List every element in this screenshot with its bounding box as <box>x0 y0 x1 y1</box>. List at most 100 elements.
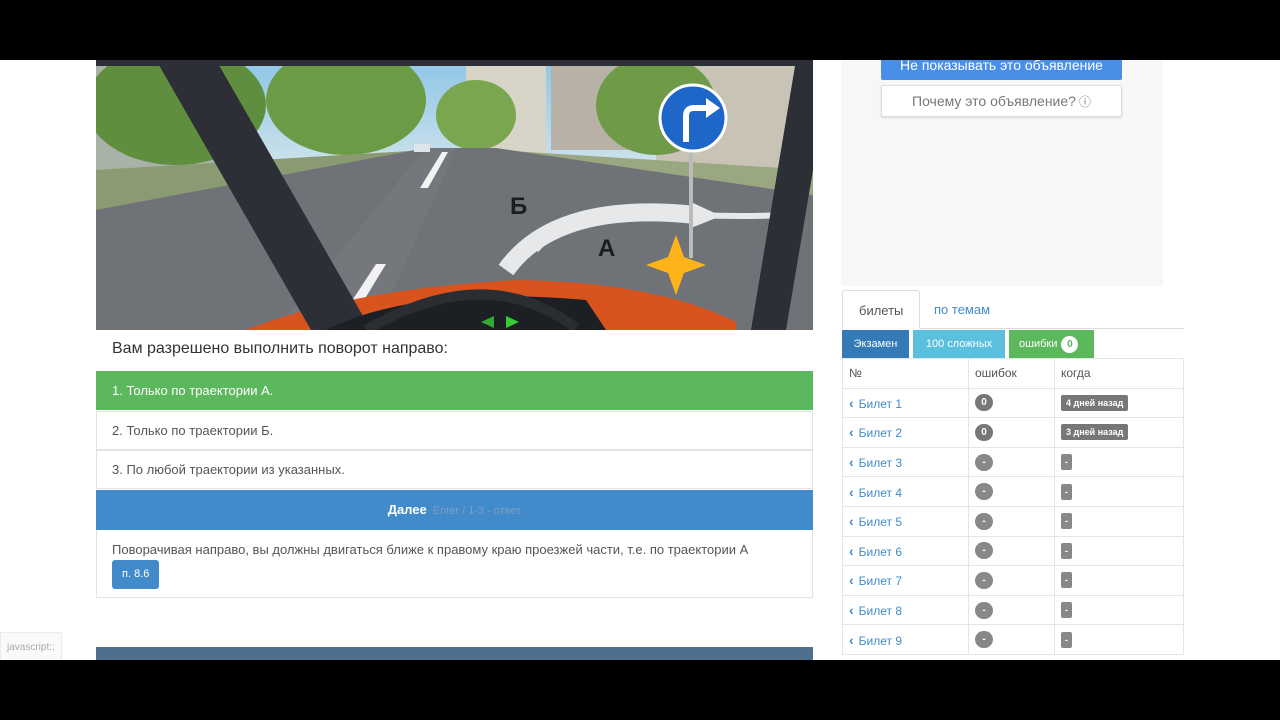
table-row[interactable]: ‹ Билет 8 - - <box>842 594 1184 626</box>
answer-option-3[interactable]: 3. По любой траектории из указанных. <box>96 450 813 489</box>
table-row[interactable]: ‹ Билет 7 - - <box>842 565 1184 596</box>
ticket-label: Билет 2 <box>858 426 903 441</box>
chevron-left-icon: ‹ <box>849 513 854 530</box>
errors-cell: - <box>968 624 1055 655</box>
ticket-cell[interactable]: ‹ Билет 4 <box>842 476 969 507</box>
table-row[interactable]: ‹ Билет 6 - - <box>842 535 1184 567</box>
ticket-label: Билет 9 <box>858 633 903 648</box>
when-badge: - <box>1061 602 1072 619</box>
why-ad-label: Почему это объявление? <box>912 93 1076 109</box>
chevron-left-icon: ‹ <box>849 542 854 559</box>
next-section-header <box>96 647 813 660</box>
ticket-link[interactable]: ‹ Билет 7 <box>849 572 903 589</box>
errors-badge: - <box>975 542 993 560</box>
errors-badge: - <box>975 571 993 589</box>
errors-badge: - <box>975 601 993 619</box>
ticket-cell[interactable]: ‹ Билет 2 <box>842 417 969 448</box>
table-row[interactable]: ‹ Билет 5 - - <box>842 505 1184 537</box>
ticket-label: Билет 7 <box>858 574 903 589</box>
tab-topics[interactable]: по темам <box>918 290 1006 329</box>
tickets-table: № ошибок когда ‹ Билет 1 0 4 дней назад ‹ Бил… <box>842 358 1184 655</box>
errors-cell: - <box>968 565 1055 596</box>
ticket-link[interactable]: ‹ Билет 9 <box>849 631 903 648</box>
info-icon: ⓘ <box>1078 95 1091 109</box>
when-cell: - <box>1054 505 1184 537</box>
errors-badge: - <box>975 631 993 649</box>
chevron-left-icon: ‹ <box>849 483 854 500</box>
ticket-cell[interactable]: ‹ Билет 6 <box>842 535 969 567</box>
table-row[interactable]: ‹ Билет 3 - - <box>842 446 1184 478</box>
errors-cell: - <box>968 476 1055 507</box>
errors-cell: - <box>968 594 1055 626</box>
why-ad-button[interactable]: Почему это объявление? ⓘ <box>881 85 1122 117</box>
tab-tickets[interactable]: билеты <box>842 290 921 329</box>
errors-badge: 0 <box>975 394 993 412</box>
when-cell: - <box>1054 624 1184 655</box>
ticket-link[interactable]: ‹ Билет 8 <box>849 602 903 619</box>
rule-reference-badge[interactable]: п. 8.6 <box>112 560 160 589</box>
next-button[interactable]: Далее Enter / 1-3 - ответ <box>96 490 813 530</box>
when-badge: 4 дней назад <box>1061 394 1129 411</box>
question-text: Вам разрешено выполнить поворот направо: <box>112 340 448 357</box>
ticket-cell[interactable]: ‹ Билет 8 <box>842 594 969 626</box>
explanation-panel: Поворачивая направо, вы должны двигаться… <box>96 530 813 598</box>
next-button-hint: Enter / 1-3 - ответ <box>432 505 522 517</box>
when-badge: - <box>1061 572 1072 589</box>
chevron-left-icon: ‹ <box>849 602 854 619</box>
question-image: Б А <box>96 60 813 330</box>
when-cell: - <box>1054 476 1184 507</box>
ticket-cell[interactable]: ‹ Билет 9 <box>842 624 969 655</box>
when-badge: - <box>1061 513 1072 530</box>
hide-ad-button[interactable]: Не показывать это объявление <box>881 60 1122 80</box>
errors-cell: - <box>968 505 1055 537</box>
chevron-left-icon: ‹ <box>849 454 854 471</box>
when-cell: - <box>1054 594 1184 626</box>
ticket-link[interactable]: ‹ Билет 6 <box>849 542 902 559</box>
exam-button[interactable]: Экзамен <box>842 330 909 358</box>
errors-cell: - <box>968 535 1055 567</box>
browser-status-tooltip: javascript:; <box>0 632 62 660</box>
ticket-cell[interactable]: ‹ Билет 5 <box>842 505 969 537</box>
chevron-left-icon: ‹ <box>849 631 854 648</box>
answer-option-1[interactable]: 1. Только по траектории А. <box>96 371 813 410</box>
column-header-when: когда <box>1054 358 1184 389</box>
ticket-label: Билет 5 <box>858 515 903 530</box>
when-cell: - <box>1054 446 1184 478</box>
errors-cell: 0 <box>968 417 1055 448</box>
ticket-link[interactable]: ‹ Билет 5 <box>849 513 903 530</box>
ticket-label: Билет 4 <box>858 485 903 500</box>
when-cell: 4 дней назад <box>1054 387 1184 419</box>
column-header-number: № <box>842 358 969 389</box>
ticket-link[interactable]: ‹ Билет 4 <box>849 483 903 500</box>
when-badge: 3 дней назад <box>1061 424 1129 441</box>
errors-badge: 0 <box>975 423 993 441</box>
errors-cell: 0 <box>968 387 1055 419</box>
chevron-left-icon: ‹ <box>849 424 854 441</box>
ticket-label: Билет 1 <box>858 396 903 411</box>
errors-button[interactable]: ошибки 0 <box>1009 330 1094 358</box>
chevron-left-icon: ‹ <box>849 572 854 589</box>
table-row[interactable]: ‹ Билет 2 0 3 дней назад <box>842 417 1184 448</box>
ticket-link[interactable]: ‹ Билет 1 <box>849 395 903 411</box>
ticket-cell[interactable]: ‹ Билет 3 <box>842 446 969 478</box>
ticket-cell[interactable]: ‹ Билет 7 <box>842 565 969 596</box>
ticket-link[interactable]: ‹ Билет 3 <box>849 454 902 471</box>
ticket-link[interactable]: ‹ Билет 2 <box>849 424 903 441</box>
when-badge: - <box>1061 631 1072 648</box>
when-cell: 3 дней назад <box>1054 417 1184 448</box>
when-badge: - <box>1061 454 1072 471</box>
errors-badge: - <box>975 512 993 530</box>
next-button-label: Далее <box>387 502 427 517</box>
page-viewport: Б А Вам разрешено выполнить поворот напр… <box>0 60 1280 660</box>
answer-option-2[interactable]: 2. Только по траектории Б. <box>96 411 813 450</box>
table-row[interactable]: ‹ Билет 1 0 4 дней назад <box>842 387 1184 419</box>
ticket-cell[interactable]: ‹ Билет 1 <box>842 387 969 419</box>
column-header-errors: ошибок <box>968 358 1055 389</box>
errors-button-label: ошибки <box>1019 338 1058 350</box>
hard-questions-button[interactable]: 100 сложных <box>913 330 1005 358</box>
table-row[interactable]: ‹ Билет 4 - - <box>842 476 1184 507</box>
errors-badge: - <box>975 453 993 471</box>
table-row[interactable]: ‹ Билет 9 - - <box>842 624 1184 655</box>
ticket-label: Билет 8 <box>858 604 903 619</box>
errors-badge: - <box>975 483 993 501</box>
